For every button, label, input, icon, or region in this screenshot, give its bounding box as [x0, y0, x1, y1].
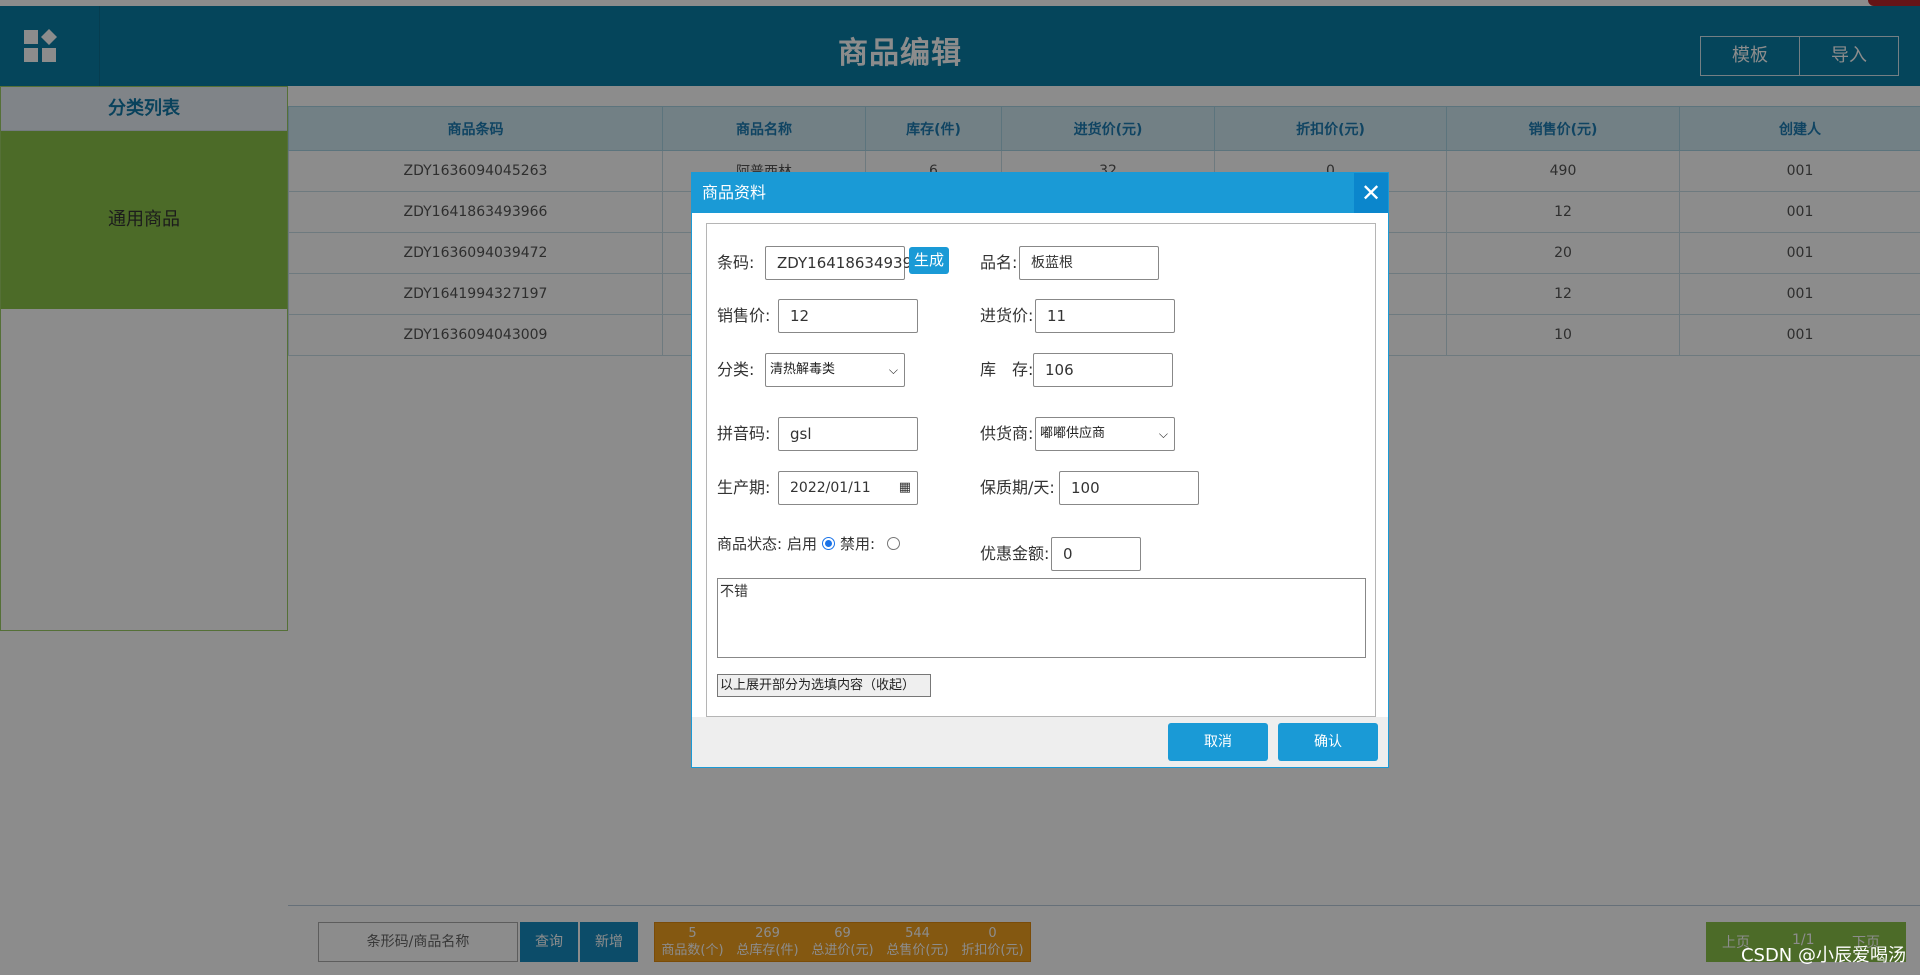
category-label: 分类: — [717, 360, 755, 379]
collapse-optional-button[interactable]: 以上展开部分为选填内容（收起） — [717, 674, 931, 697]
barcode-label: 条码: — [717, 253, 755, 272]
generate-barcode-button[interactable]: 生成 — [909, 247, 949, 274]
discount-amount-label: 优惠金额: — [980, 544, 1050, 563]
supplier-label: 供货商: — [980, 424, 1034, 443]
disable-label: 禁用: — [840, 535, 876, 553]
barcode-input[interactable]: ZDY1641863493966 — [765, 246, 931, 280]
enable-label: 启用 — [787, 535, 818, 553]
notes-textarea[interactable]: 不错 — [717, 578, 1366, 658]
dialog-title: 商品资料 — [702, 183, 767, 202]
disable-radio[interactable] — [887, 537, 900, 550]
product-info-dialog: 商品资料 ✕ 条码: ZDY1641863493966 生成 品名: 板蓝根 销… — [691, 172, 1389, 768]
stock-input[interactable]: 106 — [1033, 353, 1173, 387]
production-date-input[interactable]: 2022/01/11 ▦ — [778, 471, 918, 505]
shelf-life-input[interactable]: 100 — [1059, 471, 1199, 505]
name-input[interactable]: 板蓝根 — [1019, 246, 1159, 280]
pinyin-input[interactable]: gsl — [778, 417, 918, 451]
dialog-form: 条码: ZDY1641863493966 生成 品名: 板蓝根 销售价: 12 … — [706, 223, 1376, 717]
name-label: 品名: — [980, 253, 1018, 272]
production-date-label: 生产期: — [717, 478, 771, 497]
enable-radio[interactable] — [822, 537, 835, 550]
sale-price-label: 销售价: — [717, 306, 771, 325]
close-icon[interactable]: ✕ — [1354, 173, 1388, 213]
chevron-down-icon: ⌵ — [1158, 427, 1168, 441]
cancel-button[interactable]: 取消 — [1168, 723, 1268, 761]
stock-label: 库 存: — [980, 360, 1034, 379]
status-label: 商品状态: — [717, 535, 783, 553]
chevron-down-icon: ⌵ — [888, 363, 898, 377]
confirm-button[interactable]: 确认 — [1278, 723, 1378, 761]
purchase-price-input[interactable]: 11 — [1035, 299, 1175, 333]
dialog-footer: 取消 确认 — [692, 717, 1388, 767]
calendar-icon[interactable]: ▦ — [899, 472, 911, 504]
pinyin-label: 拼音码: — [717, 424, 771, 443]
purchase-price-label: 进货价: — [980, 306, 1034, 325]
dialog-header: 商品资料 ✕ — [692, 173, 1388, 213]
watermark: CSDN @小辰爱喝汤 — [1740, 945, 1906, 966]
category-select[interactable]: 清热解毒类 ⌵ — [765, 353, 905, 387]
supplier-select[interactable]: 嘟嘟供应商 ⌵ — [1035, 417, 1175, 451]
discount-amount-input[interactable]: 0 — [1051, 537, 1141, 571]
shelf-life-label: 保质期/天: — [980, 478, 1055, 497]
sale-price-input[interactable]: 12 — [778, 299, 918, 333]
